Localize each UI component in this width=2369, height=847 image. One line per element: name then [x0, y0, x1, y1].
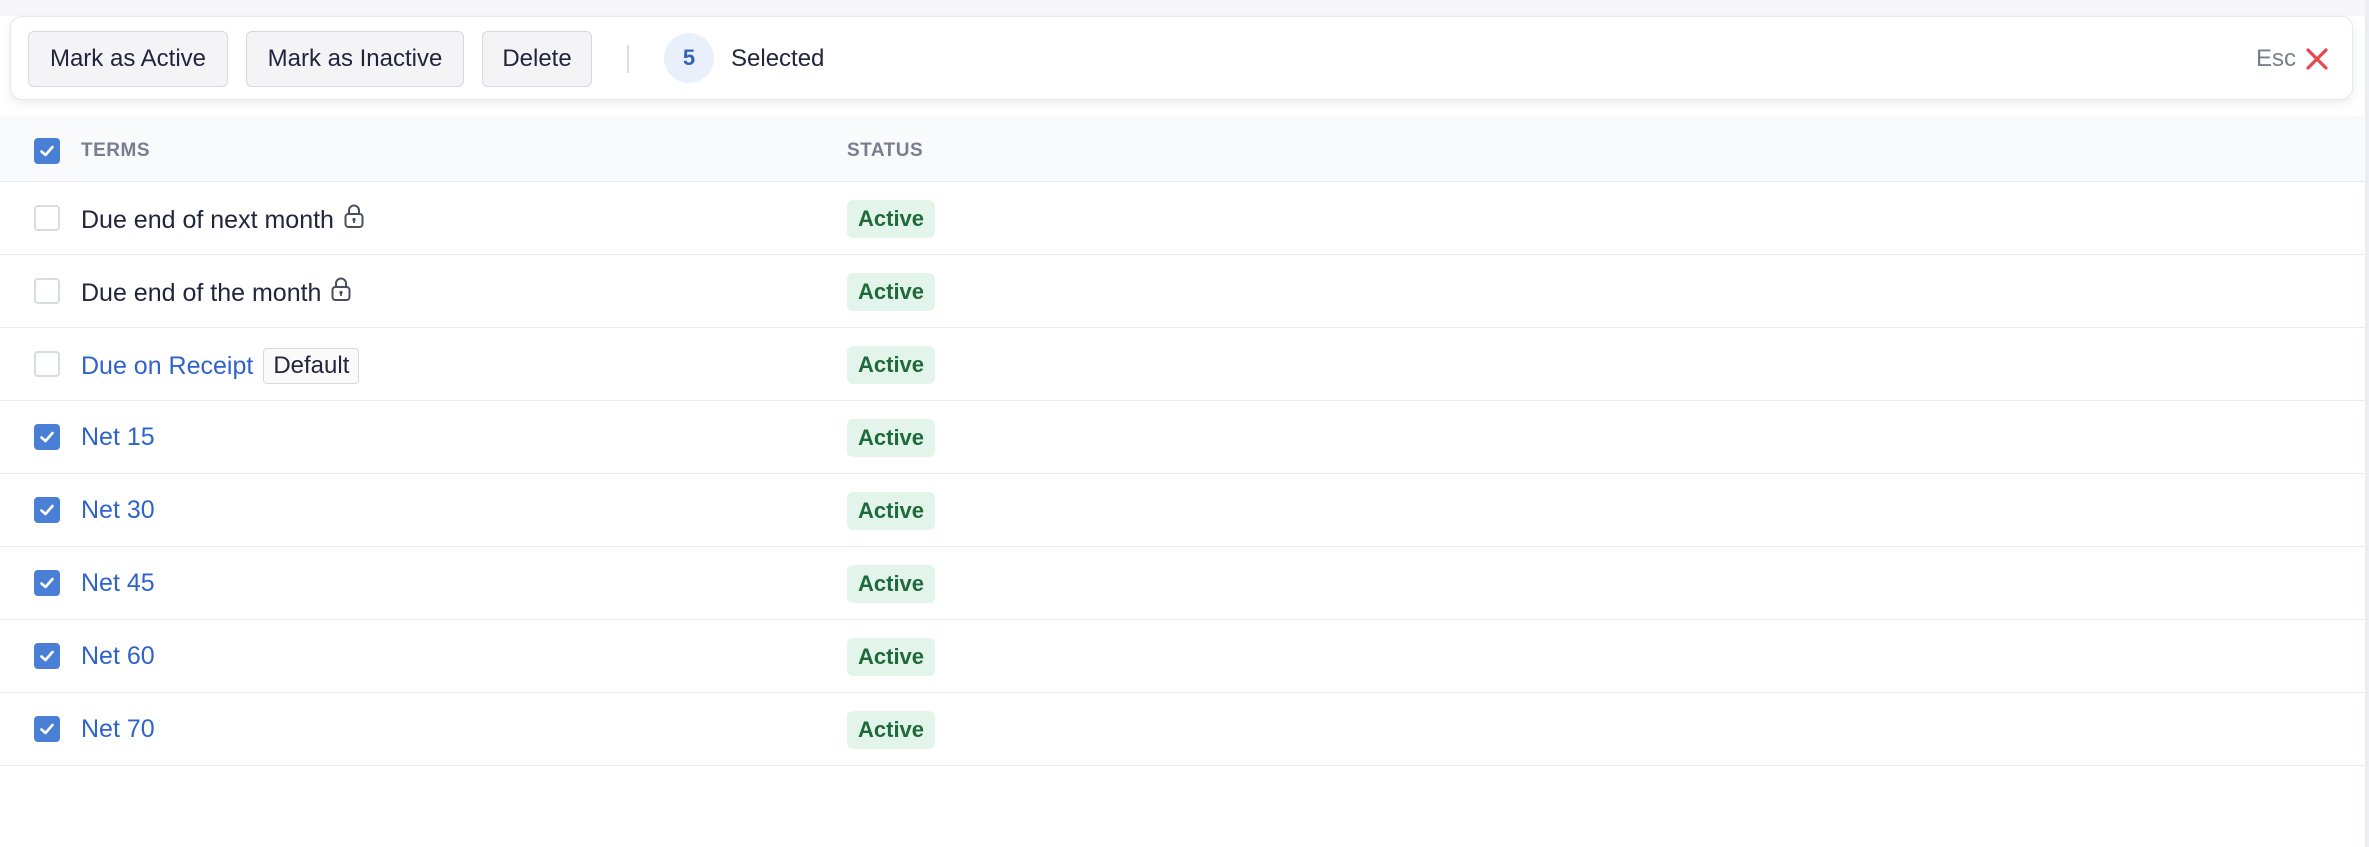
- status-badge: Active: [847, 273, 936, 311]
- term-name: Due end of the month: [81, 279, 322, 307]
- bulk-action-bar: Mark as Active Mark as Inactive Delete 5…: [10, 16, 2353, 100]
- mark-as-active-button[interactable]: Mark as Active: [28, 31, 228, 87]
- esc-label: Esc: [2255, 45, 2296, 72]
- row-checkbox[interactable]: [34, 643, 60, 669]
- term-name: Due end of next month: [81, 206, 334, 234]
- delete-button[interactable]: Delete: [482, 31, 592, 87]
- table-row[interactable]: Net 15 Active: [0, 401, 2365, 474]
- lock-icon: [342, 202, 366, 238]
- table-row[interactable]: Due end of next month Active: [0, 182, 2365, 255]
- term-cell: Due end of the month: [81, 275, 353, 311]
- lock-icon: [329, 275, 353, 311]
- row-checkbox[interactable]: [34, 278, 60, 304]
- term-name[interactable]: Net 45: [81, 567, 155, 599]
- status-badge: Active: [847, 419, 936, 457]
- check-icon: [40, 577, 54, 589]
- term-cell[interactable]: Net 70: [81, 713, 155, 745]
- check-icon: [40, 504, 54, 516]
- term-cell[interactable]: Net 15: [81, 421, 155, 453]
- row-checkbox[interactable]: [34, 570, 60, 596]
- table-row[interactable]: Net 60 Active: [0, 620, 2365, 693]
- term-cell: Due end of next month: [81, 202, 366, 238]
- check-icon: [40, 145, 54, 157]
- term-name[interactable]: Net 30: [81, 494, 155, 526]
- table-row[interactable]: Net 45 Active: [0, 547, 2365, 620]
- term-cell[interactable]: Net 30: [81, 494, 155, 526]
- status-badge: Active: [847, 711, 936, 749]
- term-name[interactable]: Net 70: [81, 713, 155, 745]
- term-name[interactable]: Net 60: [81, 640, 155, 672]
- select-all-checkbox[interactable]: [34, 138, 60, 164]
- terms-column-header[interactable]: TERMS: [81, 140, 150, 162]
- status-badge: Active: [847, 492, 936, 530]
- top-strip: [0, 0, 2369, 16]
- table-row[interactable]: Net 70 Active: [0, 693, 2365, 766]
- term-name[interactable]: Net 15: [81, 421, 155, 453]
- scroll-edge: [2365, 0, 2369, 847]
- table-row[interactable]: Net 30 Active: [0, 474, 2365, 547]
- term-cell[interactable]: Net 60: [81, 640, 155, 672]
- table-row[interactable]: Due end of the month Active: [0, 255, 2365, 328]
- term-name[interactable]: Due on Receipt: [81, 350, 253, 382]
- check-icon: [40, 650, 54, 662]
- divider: [627, 45, 629, 73]
- table-row[interactable]: Due on Receipt Default Active: [0, 328, 2365, 401]
- status-badge: Active: [847, 200, 936, 238]
- row-checkbox[interactable]: [34, 424, 60, 450]
- table-header: TERMS STATUS: [0, 116, 2365, 182]
- default-tag: Default: [263, 348, 360, 384]
- row-checkbox[interactable]: [34, 351, 60, 377]
- status-badge: Active: [847, 638, 936, 676]
- close-icon[interactable]: [2304, 46, 2330, 72]
- selected-label: Selected: [731, 45, 825, 72]
- term-cell[interactable]: Net 45: [81, 567, 155, 599]
- status-column-header[interactable]: STATUS: [847, 140, 923, 162]
- status-badge: Active: [847, 565, 936, 603]
- check-icon: [40, 431, 54, 443]
- term-cell[interactable]: Due on Receipt Default: [81, 348, 360, 384]
- status-badge: Active: [847, 346, 936, 384]
- row-checkbox[interactable]: [34, 497, 60, 523]
- selected-count-badge: 5: [664, 33, 714, 83]
- esc-close-button[interactable]: Esc: [2256, 39, 2330, 79]
- check-icon: [40, 723, 54, 735]
- mark-as-inactive-button[interactable]: Mark as Inactive: [246, 31, 464, 87]
- row-checkbox[interactable]: [34, 205, 60, 231]
- row-checkbox[interactable]: [34, 716, 60, 742]
